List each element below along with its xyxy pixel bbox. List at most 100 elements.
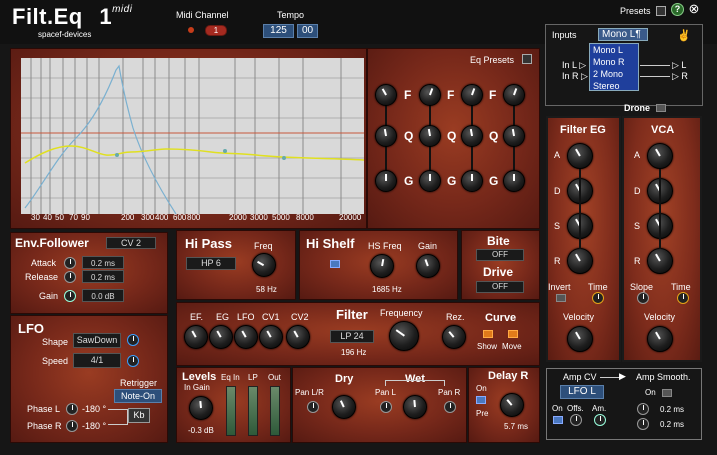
rez-knob[interactable] [442,325,466,349]
eq-band4-freq-knob[interactable] [503,84,525,106]
midi-channel-display[interactable]: 1 [205,25,227,36]
phase-r-knob[interactable] [66,420,78,432]
curve-show-toggle[interactable] [483,330,493,338]
amp-cv-source[interactable]: LFO L [560,385,604,399]
wet-pan-l-knob[interactable] [380,401,392,413]
vca-s-label: S [634,221,641,231]
feg-velocity-label: Velocity [563,312,595,322]
eq-band2-gain-knob[interactable] [419,170,441,192]
in-gain-knob[interactable] [189,396,213,420]
filter-freq-knob[interactable] [389,321,419,351]
release-knob[interactable] [64,271,76,283]
delay-on-toggle[interactable] [476,396,486,404]
eq-band1-q-knob[interactable] [375,125,397,147]
inputs-option[interactable]: Mono R [590,56,638,68]
amp-cv-am-knob[interactable] [594,414,606,426]
presets-folder-icon[interactable] [656,6,666,16]
kb-button[interactable]: Kb [128,408,150,423]
amp-cv-am-label: Am. [592,404,607,413]
eq-band1-freq-knob[interactable] [375,84,397,106]
curve-move-toggle[interactable] [508,330,518,338]
feg-attack-knob[interactable] [567,143,593,169]
feg-r-label: R [554,256,561,266]
filter-mod-eg-knob[interactable] [209,325,233,349]
eq-tick: 2000 [229,213,247,222]
eq-band2-freq-knob[interactable] [419,84,441,106]
wet-pan-r-knob[interactable] [444,401,456,413]
hi-pass-freq-knob[interactable] [252,253,276,277]
eq-band4-gain-knob[interactable] [503,170,525,192]
vca-slope-knob[interactable] [637,292,649,304]
amp-smooth-knob-1[interactable] [637,403,649,415]
eq-presets-folder-icon[interactable] [522,54,532,64]
filter-type[interactable]: LP 24 [330,330,374,343]
amp-smooth-on-toggle[interactable] [662,389,672,397]
tempo-value[interactable]: 125 [263,24,294,38]
vca-slope-label: Slope [630,282,654,292]
lfo-shape-knob[interactable] [127,334,139,346]
feg-velocity-knob[interactable] [567,326,593,352]
inputs-option[interactable]: Mono L [590,44,638,56]
inputs-select[interactable]: Mono L¶ [598,28,648,41]
vca-release-knob[interactable] [647,248,673,274]
vca-velocity-knob[interactable] [647,326,673,352]
filter-mod-cv2-knob[interactable] [286,325,310,349]
close-icon[interactable]: ⊗ [686,1,702,17]
levels-title: Levels [182,371,217,383]
hi-pass-type[interactable]: HP 6 [186,257,236,270]
inputs-label: Inputs [552,30,577,40]
amp-smooth-knob-2[interactable] [637,418,649,430]
bite-select[interactable]: OFF [476,249,524,261]
attack-knob[interactable] [64,257,76,269]
eq-tick: 90 [81,213,90,222]
eq-band3-q-knob[interactable] [461,125,483,147]
eq-band3-freq-knob[interactable] [461,84,483,106]
eq-band3-gain-knob[interactable] [461,170,483,192]
feg-release-knob[interactable] [567,248,593,274]
vca-time-knob[interactable] [677,292,689,304]
phase-l-knob[interactable] [66,403,78,415]
lfo-speed-knob[interactable] [127,355,139,367]
filter-mod-lfo-knob[interactable] [234,325,258,349]
help-icon[interactable]: ? [671,3,684,16]
eq-tick: 600 [173,213,187,222]
delay-r-knob[interactable] [500,393,524,417]
drone-toggle[interactable] [656,104,666,112]
filter-mod-cv1-knob[interactable] [259,325,283,349]
in-l-label: In L ▷ [562,60,587,70]
drive-select[interactable]: OFF [476,281,524,293]
hi-shelf-toggle[interactable] [330,260,340,268]
env-follower-source[interactable]: CV 2 [106,237,156,249]
eq-band2-q-knob[interactable] [419,125,441,147]
env-gain-value: 0.0 dB [82,289,124,302]
delay-on-label: On [476,384,487,393]
amp-cv-on-toggle[interactable] [553,416,563,424]
filter-mod-ef-knob[interactable] [184,325,208,349]
dry-level-knob[interactable] [332,395,356,419]
eq-band1-gain-knob[interactable] [375,170,397,192]
eq-band4-q-knob[interactable] [503,125,525,147]
retrigger-select[interactable]: Note-On [114,389,162,403]
inputs-option[interactable]: Stereo [590,80,638,92]
lfo-shape-display[interactable]: SawDown [73,333,121,348]
eq-graph[interactable] [21,58,364,214]
feg-invert-toggle[interactable] [556,294,566,302]
hi-pass-title: Hi Pass [185,236,232,251]
wet-level-knob[interactable] [403,395,427,419]
vca-attack-knob[interactable] [647,143,673,169]
tempo-fraction[interactable]: 00 [297,24,318,38]
dry-pan-knob[interactable] [307,401,319,413]
eq-tick: 3000 [250,213,268,222]
amp-smooth-title: Amp Smooth. [636,372,691,382]
hs-freq-knob[interactable] [370,254,394,278]
amp-cv-offs-knob[interactable] [570,414,582,426]
hs-gain-knob[interactable] [416,254,440,278]
lfo-speed-display[interactable]: 4/1 [73,353,121,368]
out-r-text: R [681,71,688,81]
feg-time-knob[interactable] [592,292,604,304]
out-meter [270,386,280,436]
wet-pan-r-label: Pan R [438,388,461,397]
drive-title: Drive [483,265,514,279]
env-gain-knob[interactable] [64,290,76,302]
inputs-option[interactable]: 2 Mono [590,68,638,80]
